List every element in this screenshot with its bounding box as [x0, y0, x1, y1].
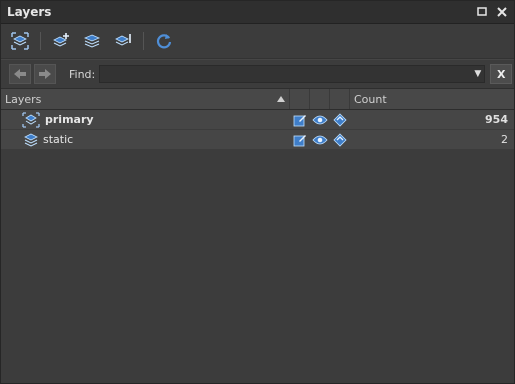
- layers-toolbar: [1, 24, 514, 59]
- layer-row-static[interactable]: static 2: [1, 130, 514, 150]
- layer-name: primary: [45, 113, 94, 126]
- edit-icon: [293, 114, 306, 126]
- sort-ascending-icon: [277, 96, 285, 102]
- column-header-edit[interactable]: [290, 89, 310, 109]
- find-input[interactable]: [99, 65, 486, 83]
- arrow-left-icon: [14, 69, 26, 79]
- find-label: Find:: [69, 67, 96, 81]
- clear-find-button[interactable]: X: [490, 64, 513, 84]
- maximize-button[interactable]: [476, 6, 488, 18]
- layer-name: static: [43, 133, 74, 146]
- add-layer-button[interactable]: [50, 30, 72, 52]
- layer-count: 954: [485, 113, 508, 126]
- edit-icon: [293, 134, 306, 146]
- toolbar-separator: [40, 32, 41, 50]
- column-header-layers[interactable]: Layers: [1, 89, 290, 109]
- dropdown-arrow-icon[interactable]: ▼: [474, 69, 481, 79]
- column-header-lock[interactable]: [330, 89, 350, 109]
- edit-layer-toggle[interactable]: [290, 133, 310, 147]
- maximize-icon: [477, 7, 487, 16]
- find-previous-button[interactable]: [9, 64, 31, 84]
- layer-name-cell: primary: [1, 111, 290, 129]
- merge-layers-button[interactable]: [81, 30, 103, 52]
- find-bar: Find: ▼ X: [1, 59, 514, 89]
- find-next-button[interactable]: [34, 64, 56, 84]
- add-layer-icon: [53, 33, 69, 47]
- close-button[interactable]: [496, 6, 508, 18]
- layer-icon: [24, 133, 38, 147]
- layer-properties-button[interactable]: [112, 30, 134, 52]
- column-header-visibility[interactable]: [310, 89, 330, 109]
- active-layer-icon: [22, 111, 40, 128]
- select-all-layers-button[interactable]: [9, 30, 31, 52]
- eye-icon: [312, 135, 328, 144]
- column-header-layers-label: Layers: [5, 92, 42, 106]
- arrow-right-icon: [39, 69, 51, 79]
- lock-toggle[interactable]: [330, 132, 350, 147]
- snap-icon: [333, 132, 347, 147]
- layer-stack-icon: [83, 34, 101, 48]
- column-header-count-label: Count: [354, 92, 387, 106]
- refresh-button[interactable]: [153, 30, 175, 52]
- snap-icon: [333, 112, 347, 127]
- layers-panel: Layers Find: ▼ X Layers Count primary 95…: [0, 0, 515, 384]
- layers-list: primary 954 static 2: [1, 110, 514, 150]
- panel-title: Layers: [7, 5, 52, 19]
- visibility-toggle[interactable]: [310, 114, 330, 126]
- panel-titlebar: Layers: [1, 1, 514, 24]
- layer-select-icon: [11, 32, 29, 50]
- title-buttons: [476, 6, 508, 18]
- lock-toggle[interactable]: [330, 112, 350, 127]
- layer-count: 2: [501, 133, 508, 146]
- layers-table-header: Layers Count: [1, 89, 514, 110]
- edit-layer-toggle[interactable]: [290, 113, 310, 127]
- toolbar-separator: [143, 32, 144, 50]
- eye-icon: [312, 115, 328, 124]
- column-header-count[interactable]: Count: [350, 89, 514, 109]
- layer-row-primary[interactable]: primary 954: [1, 110, 514, 130]
- close-icon: [497, 7, 507, 17]
- visibility-toggle[interactable]: [310, 134, 330, 146]
- refresh-icon: [156, 34, 172, 49]
- find-combobox: ▼: [99, 65, 486, 83]
- layer-name-cell: static: [1, 132, 290, 148]
- layer-properties-icon: [115, 34, 131, 46]
